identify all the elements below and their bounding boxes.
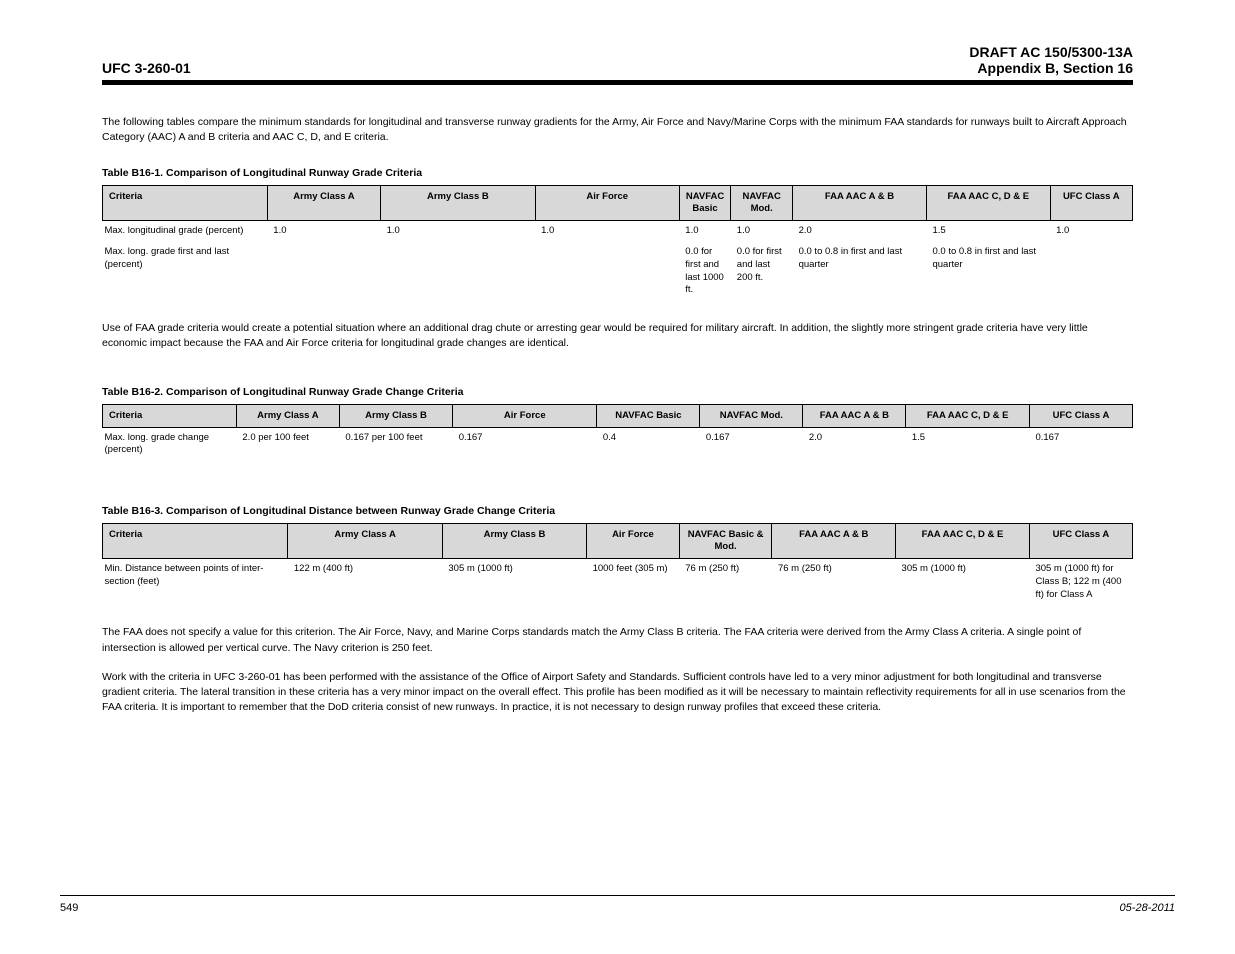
table2-section: Table B16-2. Comparison of Longitudinal … — [102, 386, 1133, 462]
t1-r1-c2 — [381, 242, 536, 301]
table-row: Max. long. grade change (percent) 2.0 pe… — [103, 427, 1133, 461]
header-right-line1: DRAFT AC 150/5300-13A — [969, 44, 1133, 60]
t1-h4: NAVFAC Basic — [679, 186, 731, 221]
t3-h3: Air Force — [587, 524, 680, 559]
t2-h2: Army Class B — [339, 404, 452, 427]
t2-r0-c2: 0.167 per 100 feet — [339, 427, 452, 461]
t2-h8: UFC Class A — [1029, 404, 1132, 427]
t3-r0-c4: 76 m (250 ft) — [679, 558, 772, 605]
t1-r1-c0: Max. long. grade first and last (percent… — [103, 242, 268, 301]
table-row: Max. longitudinal grade (percent) 1.0 1.… — [103, 221, 1133, 242]
doc-title: UFC 3-260-01 — [102, 60, 191, 76]
t1-h3: Air Force — [535, 186, 679, 221]
page-header: UFC 3-260-01 DRAFT AC 150/5300-13A Appen… — [60, 44, 1175, 80]
t2-r0-c7: 1.5 — [906, 427, 1030, 461]
t2-h5: NAVFAC Mod. — [700, 404, 803, 427]
footer-rule — [60, 895, 1175, 896]
t1-r1-c5: 0.0 for first and last 200 ft. — [731, 242, 793, 301]
closing-paragraph-2: Work with the criteria in UFC 3-260-01 h… — [102, 670, 1133, 716]
table-row: Min. Distance between points of inter-se… — [103, 558, 1133, 605]
t1-r1-c4: 0.0 for first and last 1000 ft. — [679, 242, 731, 301]
t2-r0-c5: 0.167 — [700, 427, 803, 461]
t2-h4: NAVFAC Basic — [597, 404, 700, 427]
table1-title: Table B16-1. Comparison of Longitudinal … — [102, 167, 1133, 179]
table3-section: Table B16-3. Comparison of Longitudinal … — [102, 505, 1133, 605]
t1-h6: FAA AAC A & B — [793, 186, 927, 221]
t2-r0-c4: 0.4 — [597, 427, 700, 461]
table1-section: Table B16-1. Comparison of Longitudinal … — [102, 167, 1133, 301]
t2-r0-c0: Max. long. grade change (percent) — [103, 427, 237, 461]
t2-r0-c8: 0.167 — [1029, 427, 1132, 461]
t3-h0: Criteria — [103, 524, 288, 559]
t2-h0: Criteria — [103, 404, 237, 427]
header-right-line2: Appendix B, Section 16 — [969, 60, 1133, 76]
t1-r0-c4: 1.0 — [679, 221, 731, 242]
t1-r0-c6: 2.0 — [793, 221, 927, 242]
t3-r0-c2: 305 m (1000 ft) — [442, 558, 586, 605]
footer-page-number: 549 — [60, 902, 78, 914]
t3-h7: UFC Class A — [1029, 524, 1132, 559]
t1-r1-c8 — [1050, 242, 1132, 301]
t3-r0-c7: 305 m (1000 ft) for Class B; 122 m (400 … — [1029, 558, 1132, 605]
t1-h0: Criteria — [103, 186, 268, 221]
t1-h5: NAVFAC Mod. — [731, 186, 793, 221]
header-right: DRAFT AC 150/5300-13A Appendix B, Sectio… — [969, 44, 1133, 76]
t1-r1-c1 — [267, 242, 380, 301]
t2-r0-c6: 2.0 — [803, 427, 906, 461]
t2-h6: FAA AAC A & B — [803, 404, 906, 427]
closing-paragraph-1: The FAA does not specify a value for thi… — [102, 625, 1133, 655]
t3-h1: Army Class A — [288, 524, 443, 559]
table3-header-row: Criteria Army Class A Army Class B Air F… — [103, 524, 1133, 559]
t2-h3: Air Force — [453, 404, 597, 427]
t1-r1-c7: 0.0 to 0.8 in first and last quarter — [926, 242, 1050, 301]
t1-r1-c3 — [535, 242, 679, 301]
t3-r0-c1: 122 m (400 ft) — [288, 558, 443, 605]
t1-h7: FAA AAC C, D & E — [926, 186, 1050, 221]
t1-r0-c5: 1.0 — [731, 221, 793, 242]
intro-paragraph: The following tables compare the minimum… — [102, 115, 1133, 145]
footer-date: 05-28-2011 — [1120, 902, 1175, 914]
t1-r0-c1: 1.0 — [267, 221, 380, 242]
t2-r0-c3: 0.167 — [453, 427, 597, 461]
t1-h2: Army Class B — [381, 186, 536, 221]
table2: Criteria Army Class A Army Class B Air F… — [102, 404, 1133, 462]
t3-h4: NAVFAC Basic & Mod. — [679, 524, 772, 559]
paragraph-after-t1: Use of FAA grade criteria would create a… — [102, 321, 1133, 351]
content: The following tables compare the minimum… — [60, 85, 1175, 715]
t1-r0-c0: Max. longitudinal grade (percent) — [103, 221, 268, 242]
table3-title: Table B16-3. Comparison of Longitudinal … — [102, 505, 1133, 517]
page-footer: 549 05-28-2011 — [60, 895, 1175, 914]
t1-r0-c2: 1.0 — [381, 221, 536, 242]
t2-h1: Army Class A — [236, 404, 339, 427]
table2-title: Table B16-2. Comparison of Longitudinal … — [102, 386, 1133, 398]
table1: Criteria Army Class A Army Class B Air F… — [102, 185, 1133, 301]
table2-header-row: Criteria Army Class A Army Class B Air F… — [103, 404, 1133, 427]
t3-h2: Army Class B — [442, 524, 586, 559]
t1-r1-c6: 0.0 to 0.8 in first and last quarter — [793, 242, 927, 301]
t3-h5: FAA AAC A & B — [772, 524, 896, 559]
page: UFC 3-260-01 DRAFT AC 150/5300-13A Appen… — [0, 0, 1235, 954]
t3-h6: FAA AAC C, D & E — [896, 524, 1030, 559]
table1-header-row: Criteria Army Class A Army Class B Air F… — [103, 186, 1133, 221]
t1-h8: UFC Class A — [1050, 186, 1132, 221]
t2-h7: FAA AAC C, D & E — [906, 404, 1030, 427]
t1-r0-c8: 1.0 — [1050, 221, 1132, 242]
t3-r0-c3: 1000 feet (305 m) — [587, 558, 680, 605]
table-row: Max. long. grade first and last (percent… — [103, 242, 1133, 301]
t2-r0-c1: 2.0 per 100 feet — [236, 427, 339, 461]
t3-r0-c5: 76 m (250 ft) — [772, 558, 896, 605]
t1-r0-c3: 1.0 — [535, 221, 679, 242]
t1-r0-c7: 1.5 — [926, 221, 1050, 242]
table3: Criteria Army Class A Army Class B Air F… — [102, 523, 1133, 605]
t1-h1: Army Class A — [267, 186, 380, 221]
t3-r0-c0: Min. Distance between points of inter-se… — [103, 558, 288, 605]
t3-r0-c6: 305 m (1000 ft) — [896, 558, 1030, 605]
